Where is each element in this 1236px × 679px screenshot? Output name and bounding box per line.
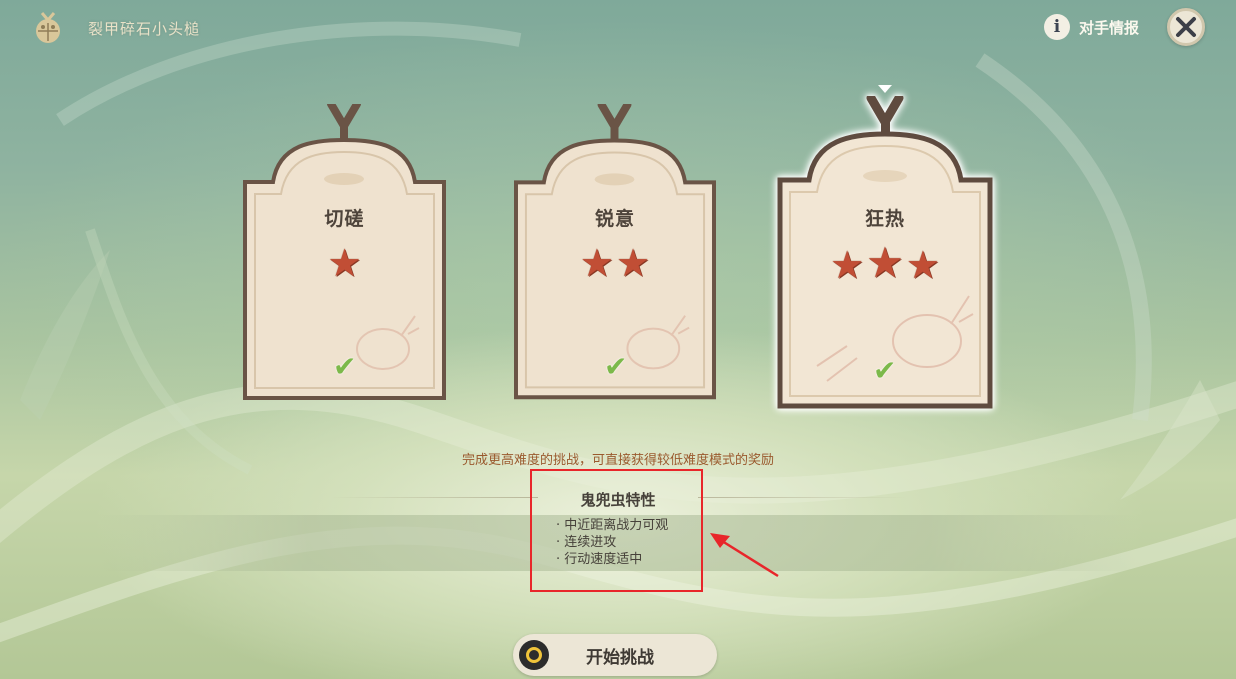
start-challenge-label: 开始挑战	[586, 647, 654, 668]
difficulty-name: 锐意	[594, 208, 635, 230]
star-icon: ★	[866, 238, 904, 287]
start-challenge-button[interactable]: 开始挑战	[513, 634, 717, 676]
annotation-box	[530, 469, 703, 592]
annotation-arrow-icon	[710, 533, 779, 578]
difficulty-card-3[interactable]: 狂热 ★ ★ ★ ✔	[777, 96, 993, 409]
completed-check-icon: ✔	[873, 354, 897, 387]
star-icon: ★	[616, 241, 651, 285]
star-icon: ★	[579, 241, 614, 285]
event-title: 裂甲碎石小头槌	[88, 19, 201, 38]
event-header: 裂甲碎石小头槌	[32, 10, 200, 46]
close-button[interactable]	[1167, 8, 1205, 46]
start-ring-icon	[519, 640, 549, 670]
reward-hint: 完成更高难度的挑战，可直接获得较低难度模式的奖励	[461, 453, 774, 468]
info-icon: i	[1044, 14, 1070, 40]
difficulty-card-2[interactable]: 锐意 ★ ★ ✔	[514, 104, 716, 400]
star-rating: ★ ★ ★	[777, 238, 993, 287]
star-icon: ★	[830, 243, 865, 287]
star-icon: ★	[327, 241, 362, 285]
star-rating: ★	[243, 244, 446, 282]
beetle-emblem-icon	[36, 12, 60, 43]
star-icon: ★	[905, 243, 940, 287]
difficulty-name: 狂热	[864, 208, 905, 230]
difficulty-name: 切磋	[324, 208, 365, 230]
difficulty-card-1[interactable]: 切磋 ★ ✔	[243, 104, 446, 400]
star-rating: ★ ★	[514, 244, 716, 282]
selected-marker-icon	[878, 85, 892, 93]
opponent-intel-label: 对手情报	[1079, 18, 1140, 37]
completed-check-icon: ✔	[604, 350, 628, 383]
completed-check-icon: ✔	[333, 350, 357, 383]
close-icon	[1176, 17, 1196, 37]
opponent-intel-button[interactable]: i 对手情报	[1044, 12, 1139, 42]
